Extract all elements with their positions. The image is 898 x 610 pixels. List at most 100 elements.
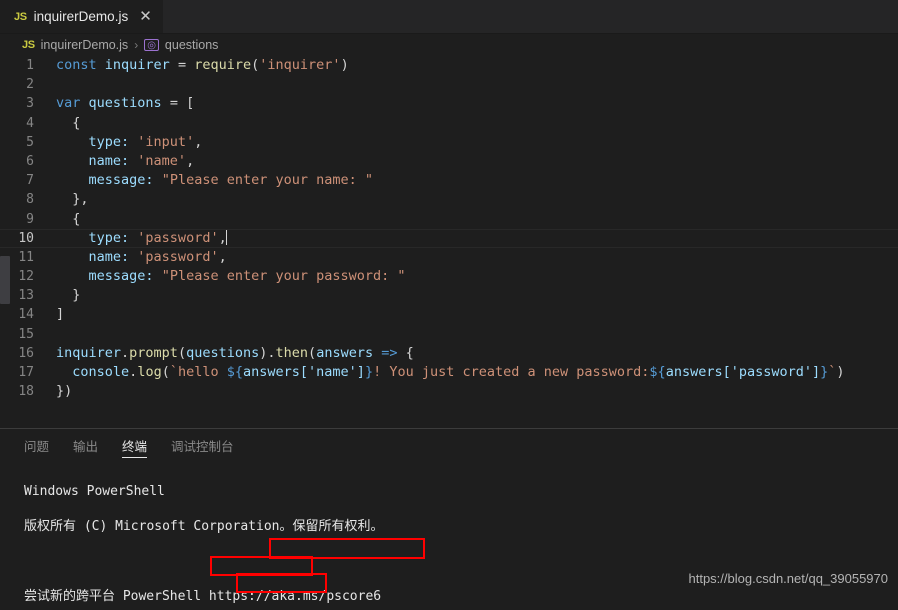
token-punct: (: [161, 364, 170, 380]
line-text: name: 'password',: [56, 248, 898, 267]
token-string: 'name': [137, 152, 187, 169]
code-content[interactable]: 1 const inquirer = require('inquirer') 2…: [0, 56, 898, 401]
token-interp-open: ${: [649, 364, 666, 380]
token-interp-expr: answers['name']: [243, 364, 365, 380]
code-line: 6 name: 'name',: [0, 152, 898, 171]
token-bracket: ]: [56, 306, 65, 323]
close-icon[interactable]: ✕: [139, 9, 152, 24]
token-identifier: inquirer: [56, 344, 122, 361]
token-punct: (: [308, 344, 317, 361]
line-number: 4: [26, 115, 34, 131]
line-number: 2: [26, 77, 34, 93]
token-identifier: answers: [316, 344, 374, 361]
line-number: 6: [26, 153, 34, 169]
token-property: type:: [88, 229, 130, 246]
code-line: 16 inquirer.prompt(questions).then(answe…: [0, 344, 898, 363]
line-text: message: "Please enter your password: ": [56, 267, 898, 286]
tab-inquirerdemo-js[interactable]: JS inquirerDemo.js ✕: [0, 0, 163, 33]
panel-tab-terminal[interactable]: 终端: [122, 429, 148, 461]
breadcrumb-file[interactable]: inquirerDemo.js: [41, 38, 129, 52]
panel-tab-problems[interactable]: 问题: [24, 429, 49, 461]
token-bracket: [: [186, 95, 195, 112]
terminal-line: 版权所有 (C) Microsoft Corporation。保留所有权利。: [24, 518, 898, 536]
token-interp-close: }: [364, 364, 374, 380]
token-property: message:: [88, 268, 154, 285]
token-keyword: var: [56, 95, 81, 112]
token-bracket: }): [56, 383, 73, 400]
token-arrow: =>: [373, 344, 406, 361]
line-text: inquirer.prompt(questions).then(answers …: [56, 344, 898, 363]
terminal-line: 尝试新的跨平台 PowerShell https://aka.ms/pscore…: [24, 588, 898, 606]
terminal-line: Windows PowerShell: [24, 483, 898, 501]
token-identifier: inquirer: [104, 57, 170, 73]
code-line: 7 message: "Please enter your name: ": [0, 171, 898, 190]
token-property: name:: [88, 152, 130, 169]
panel-tab-bar: 问题 输出 终端 调试控制台: [0, 429, 898, 461]
token-punct: ,: [186, 152, 195, 169]
panel-tab-output[interactable]: 输出: [73, 429, 98, 461]
line-text: }: [56, 286, 898, 305]
watermark: https://blog.csdn.net/qq_39055970: [688, 571, 889, 586]
terminal-output[interactable]: Windows PowerShell 版权所有 (C) Microsoft Co…: [0, 461, 898, 610]
line-number: 13: [18, 288, 34, 304]
line-number: 9: [26, 211, 34, 227]
token-string: 'password': [137, 248, 219, 265]
line-text: const inquirer = require('inquirer'): [56, 56, 898, 75]
token-operator: =: [177, 57, 187, 73]
token-interp-expr: answers['password']: [665, 364, 821, 380]
text-cursor: [225, 229, 228, 245]
token-punct: ): [836, 364, 845, 380]
code-line: 2: [0, 75, 898, 94]
code-line: 15: [0, 325, 898, 344]
code-line: 14 ]: [0, 305, 898, 324]
editor-tab-bar: JS inquirerDemo.js ✕: [0, 0, 898, 34]
line-number: 12: [18, 269, 34, 285]
code-line: 5 type: 'input',: [0, 133, 898, 152]
token-operator: =: [169, 95, 178, 112]
token-bracket: {: [72, 210, 81, 227]
token-function: log: [137, 364, 162, 380]
line-number: 16: [18, 345, 34, 361]
token-punct: (: [177, 344, 187, 361]
panel-tab-debug-console[interactable]: 调试控制台: [171, 429, 234, 461]
line-number: 15: [18, 326, 34, 342]
token-bracket: },: [72, 191, 89, 208]
terminal-text: 版权所有 (C) Microsoft Corporation。保留所有权利。: [24, 518, 384, 534]
code-editor[interactable]: 1 const inquirer = require('inquirer') 2…: [0, 56, 898, 428]
line-number: 5: [26, 134, 34, 150]
line-number: 17: [18, 365, 34, 380]
token-template: ! You just created a new password:: [373, 364, 650, 380]
line-text: },: [56, 190, 898, 209]
line-text: console.log(`hello ${answers['name']}! Y…: [56, 363, 898, 382]
token-property: type:: [88, 133, 130, 150]
line-number: 1: [26, 58, 34, 73]
chevron-right-icon: ›: [134, 38, 139, 52]
token-string: 'inquirer': [259, 57, 341, 73]
token-function: then: [275, 344, 309, 361]
token-keyword: const: [56, 57, 97, 73]
token-bracket: {: [72, 114, 81, 131]
line-number: 18: [18, 384, 34, 400]
js-file-icon: JS: [22, 39, 35, 51]
symbol-icon: ◎: [144, 39, 159, 51]
token-function: require: [194, 57, 252, 73]
line-text: {: [56, 114, 898, 133]
line-number: 8: [26, 192, 34, 208]
token-string: 'input': [137, 133, 195, 150]
token-punct: ,: [194, 133, 203, 150]
line-text: {: [56, 210, 898, 229]
token-identifier: console: [72, 364, 130, 380]
token-bracket: {: [405, 344, 414, 361]
terminal-text: Windows PowerShell: [24, 483, 165, 499]
breadcrumb-symbol[interactable]: questions: [165, 38, 219, 52]
token-interp-open: ${: [226, 364, 244, 380]
line-text: type: 'input',: [56, 133, 898, 152]
line-text: type: 'password',: [56, 229, 898, 248]
token-punct: .: [121, 344, 130, 361]
token-string: "Please enter your password: ": [161, 268, 406, 285]
token-identifier: questions: [186, 344, 260, 361]
token-string: "Please enter your name: ": [161, 172, 374, 189]
code-line: 18 }): [0, 382, 898, 401]
token-property: name:: [88, 248, 130, 265]
